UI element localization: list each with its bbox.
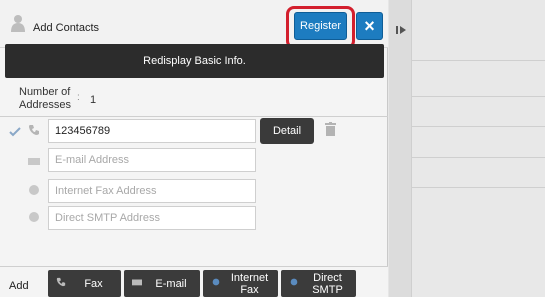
right-divider [412, 157, 545, 158]
trash-icon[interactable] [325, 122, 336, 136]
add-fax-label: Fax [84, 277, 103, 290]
add-email-button[interactable]: E-mail [124, 270, 200, 297]
right-divider [412, 96, 545, 97]
close-icon[interactable]: × [356, 12, 383, 40]
add-internet-fax-button[interactable]: Internet Fax [203, 270, 278, 297]
right-divider [412, 60, 545, 61]
email-address-field[interactable] [48, 148, 256, 172]
add-internet-fax-label: Internet Fax [230, 271, 269, 296]
right-side-strip [389, 0, 412, 297]
add-footer: Add Fax E-mail Internet Fax Direct SMTP [0, 266, 388, 297]
detail-button[interactable]: Detail [260, 118, 314, 144]
mail-icon [132, 279, 142, 286]
check-icon [9, 127, 21, 137]
internet-fax-address-field[interactable] [48, 179, 256, 203]
address-count-row: Number of Addresses : 1 [0, 82, 388, 117]
phone-icon [29, 125, 39, 135]
add-email-label: E-mail [155, 277, 187, 290]
add-direct-smtp-button[interactable]: Direct SMTP [281, 270, 356, 297]
right-preview-panel [389, 0, 545, 297]
redisplay-basic-info-button[interactable]: Redisplay Basic Info. [5, 44, 384, 78]
direct-smtp-address-field[interactable] [48, 206, 256, 230]
address-count-label: Number of Addresses [19, 86, 71, 111]
right-divider [412, 187, 545, 188]
register-button[interactable]: Register [294, 12, 347, 40]
address-count-separator: : [77, 92, 80, 103]
fax-number-field[interactable] [48, 119, 256, 143]
mail-icon [28, 158, 40, 165]
panel-header: Add Contacts Register × [0, 0, 388, 49]
right-divider [412, 126, 545, 127]
internet-fax-icon [29, 185, 39, 195]
add-label: Add [9, 280, 29, 292]
phone-icon [56, 277, 66, 287]
add-fax-button[interactable]: Fax [48, 270, 121, 297]
direct-smtp-icon [290, 278, 298, 286]
expand-arrow-icon[interactable] [396, 25, 406, 35]
add-direct-smtp-label: Direct SMTP [312, 271, 343, 296]
page-title: Add Contacts [33, 22, 100, 34]
user-icon [11, 15, 25, 32]
address-count-value: 1 [90, 94, 97, 106]
add-contacts-panel: Add Contacts Register × Redisplay Basic … [0, 0, 388, 297]
internet-fax-icon [212, 278, 220, 286]
direct-smtp-icon [29, 212, 39, 222]
